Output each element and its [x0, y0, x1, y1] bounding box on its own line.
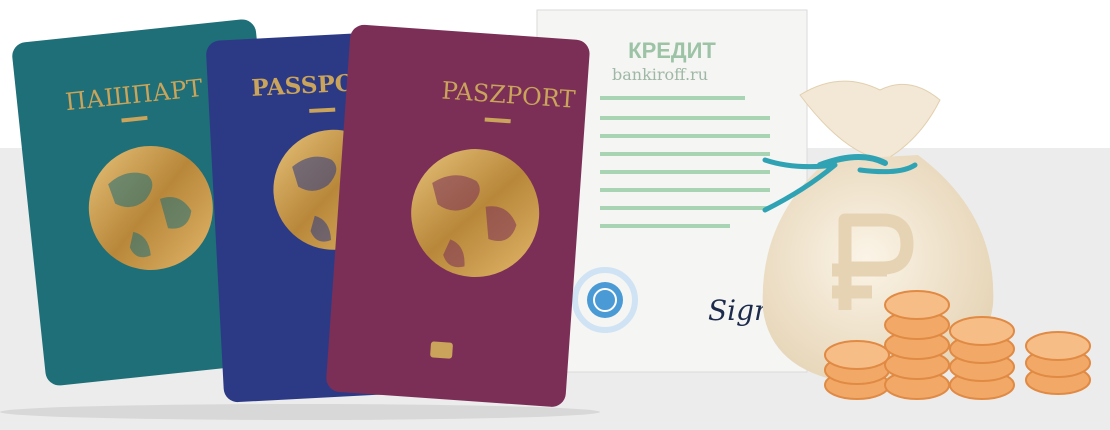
coin-icon [884, 290, 950, 400]
signature: Sign [708, 294, 772, 327]
floor-shadow [0, 404, 600, 420]
coin-icon [949, 316, 1015, 400]
document-watermark: bankiroff.ru [612, 65, 708, 84]
passport-burgundy: PASZPORT [326, 24, 590, 407]
document-title: КРЕДИТ [628, 38, 716, 63]
illustration-canvas: КРЕДИТ bankiroff.ru Sign ПАШПАРТ PASSPOR… [0, 9, 1110, 430]
coin-icon [1025, 331, 1091, 395]
chip-icon [430, 341, 453, 359]
coin-icon [824, 340, 890, 400]
illustration-scene: КРЕДИТ bankiroff.ru Sign ПАШПАРТ PASSPOR… [0, 0, 1110, 430]
